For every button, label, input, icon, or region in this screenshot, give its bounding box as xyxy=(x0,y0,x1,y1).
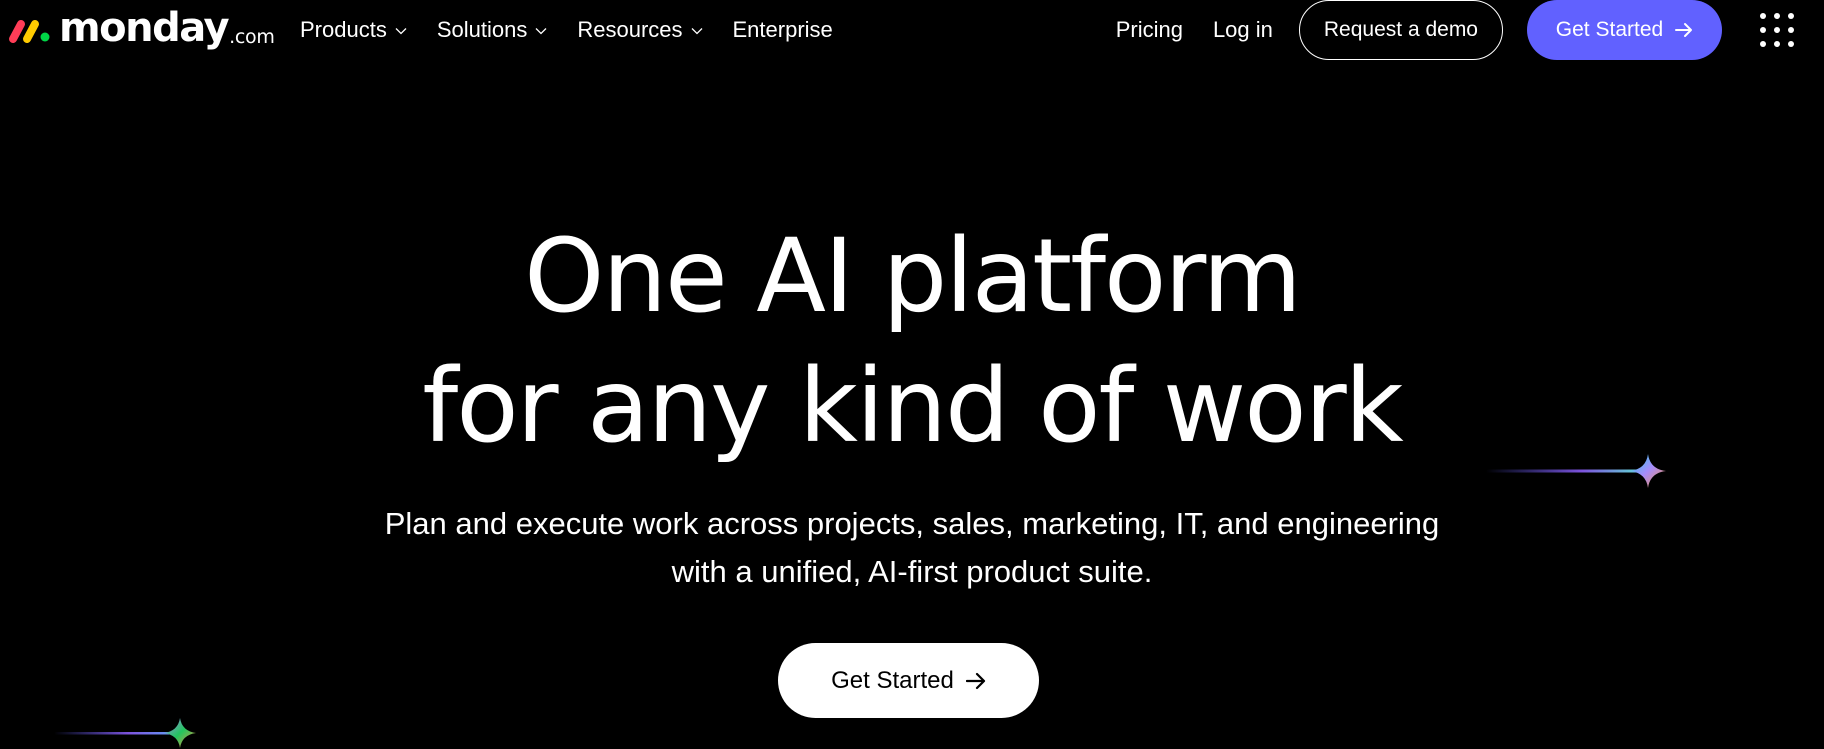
nav-products[interactable]: Products xyxy=(300,17,407,43)
hero-title: One AI platform for any kind of work xyxy=(0,212,1824,472)
logo-wordmark: monday xyxy=(59,5,230,51)
hero-get-started-button[interactable]: Get Started xyxy=(778,643,1039,718)
arrow-right-icon xyxy=(1675,23,1693,37)
grid-dots-icon[interactable] xyxy=(1760,13,1794,47)
chevron-down-icon xyxy=(395,28,407,35)
hero-subtitle-line-2: with a unified, AI-first product suite. xyxy=(671,554,1153,589)
chevron-down-icon xyxy=(535,28,547,35)
sparkle-star-icon xyxy=(1486,454,1666,488)
logo-tld: .com xyxy=(229,26,275,48)
secondary-nav: Pricing Log in Request a demo Get Starte… xyxy=(1116,0,1824,60)
top-navigation: monday .com Products Solutions Resources… xyxy=(0,0,1824,60)
page: monday .com Products Solutions Resources… xyxy=(0,0,1824,749)
nav-resources[interactable]: Resources xyxy=(577,17,702,43)
arrow-right-icon xyxy=(965,672,985,689)
hero-subtitle-line-1: Plan and execute work across projects, s… xyxy=(384,506,1440,541)
hero-get-started-label: Get Started xyxy=(831,666,954,694)
nav-enterprise-label: Enterprise xyxy=(732,17,833,42)
nav-resources-label: Resources xyxy=(577,17,683,42)
nav-login[interactable]: Log in xyxy=(1213,17,1273,43)
nav-enterprise[interactable]: Enterprise xyxy=(733,17,833,43)
nav-solutions[interactable]: Solutions xyxy=(437,17,548,43)
primary-nav: Products Solutions Resources Enterprise xyxy=(300,0,833,60)
nav-pricing[interactable]: Pricing xyxy=(1116,17,1183,43)
hero-title-line-1: One AI platform xyxy=(524,217,1302,336)
chevron-down-icon xyxy=(691,28,702,35)
nav-get-started-label: Get Started xyxy=(1555,18,1664,41)
nav-solutions-label: Solutions xyxy=(436,17,528,42)
monday-logo[interactable]: monday .com xyxy=(7,4,275,56)
sparkle-star-icon xyxy=(54,718,196,748)
monday-logo-icon xyxy=(9,20,50,43)
request-demo-button[interactable]: Request a demo xyxy=(1298,0,1503,60)
request-demo-label: Request a demo xyxy=(1323,18,1478,41)
nav-products-label: Products xyxy=(300,17,387,42)
nav-get-started-button[interactable]: Get Started xyxy=(1527,0,1722,60)
hero-subtitle: Plan and execute work across projects, s… xyxy=(0,500,1824,596)
